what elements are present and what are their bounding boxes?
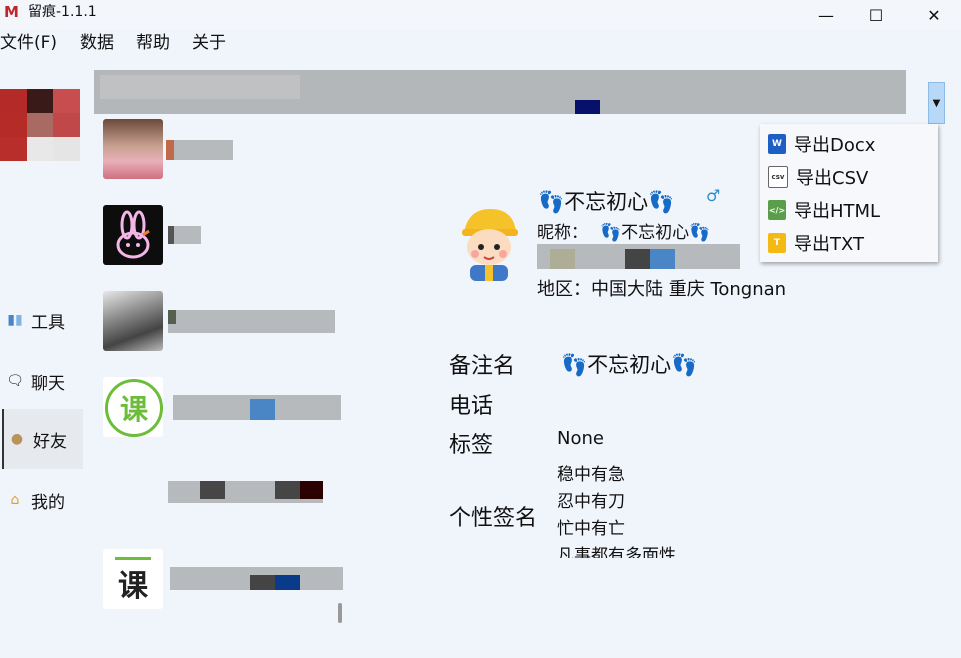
nav-friends[interactable]: ● 好友 — [2, 409, 83, 469]
person-icon: ● — [10, 431, 24, 447]
user-avatar[interactable] — [0, 89, 80, 161]
home-icon: ⌂ — [10, 492, 20, 508]
friend-avatar-course2[interactable]: 课 — [103, 549, 163, 609]
nav-mine[interactable]: ⌂ 我的 — [2, 470, 81, 530]
signature-line: 凡事都有多面性 — [557, 546, 676, 558]
rabbit-icon — [116, 210, 150, 259]
friend-name-redacted — [275, 575, 300, 590]
wxid-redacted — [550, 249, 575, 269]
export-html-item[interactable]: </> 导出HTML — [768, 195, 880, 225]
maximize-button[interactable]: ☐ — [853, 0, 899, 30]
window-title: 留痕-1.1.1 — [28, 4, 97, 20]
chevron-down-icon: ▼ — [932, 97, 941, 109]
chat-bubble-icon: 🗨 — [6, 373, 24, 389]
signature-line: 稳中有急 — [557, 465, 625, 485]
profile-region: 地区：中国大陆 重庆 Tongnan — [537, 279, 787, 300]
app-logo: M — [4, 3, 19, 21]
close-button[interactable]: ✕ — [911, 0, 957, 30]
tag-label: 标签 — [449, 433, 494, 458]
wxid-redacted — [650, 249, 675, 269]
nav-mine-label: 我的 — [31, 492, 65, 513]
export-menu: W 导出Docx csv 导出CSV </> 导出HTML T 导出TXT — [760, 124, 938, 262]
friend-name-redacted — [300, 481, 323, 499]
txt-icon: T — [768, 233, 786, 253]
signature-line: 忙中有亡 — [557, 519, 625, 539]
header-redacted — [100, 75, 300, 99]
friend-avatar-course[interactable]: 课 — [103, 377, 163, 437]
friend-avatar[interactable] — [103, 291, 163, 351]
friend-name-redacted — [166, 140, 174, 160]
wxid-redacted — [625, 249, 650, 269]
friend-name-redacted — [168, 310, 335, 333]
export-dropdown-button[interactable]: ▼ — [928, 82, 945, 124]
nav-tools[interactable]: ▮▮ 工具 — [2, 290, 81, 350]
remark-label: 备注名 — [449, 354, 516, 379]
export-docx-item[interactable]: W 导出Docx — [768, 129, 875, 159]
export-csv-label: 导出CSV — [796, 168, 869, 189]
friend-name-redacted — [168, 226, 174, 244]
nav-tools-label: 工具 — [31, 312, 65, 333]
html-icon: </> — [768, 200, 786, 220]
export-html-label: 导出HTML — [794, 201, 881, 222]
export-txt-item[interactable]: T 导出TXT — [768, 228, 864, 258]
nav-friends-label: 好友 — [33, 431, 67, 452]
menu-help[interactable]: 帮助 — [136, 30, 170, 56]
friend-avatar[interactable] — [103, 119, 163, 179]
course-icon: 课 — [105, 379, 163, 437]
friend-avatar-rabbit[interactable] — [103, 205, 163, 265]
friend-name-redacted — [168, 310, 176, 324]
header-redacted-block — [575, 100, 600, 114]
nickname-label: 昵称： — [537, 223, 588, 243]
signature-label: 个性签名 — [449, 506, 538, 531]
nav-chat[interactable]: 🗨 聊天 — [2, 351, 81, 411]
tag-value: None — [557, 428, 604, 449]
nav-chat-label: 聊天 — [31, 373, 65, 394]
remark-value: 👣不忘初心👣 — [561, 353, 698, 377]
profile-avatar — [458, 205, 520, 281]
export-csv-item[interactable]: csv 导出CSV — [768, 162, 868, 192]
friend-name-redacted — [250, 399, 275, 420]
signature-box: 稳中有急 忍中有刀 忙中有亡 凡事都有多面性 — [557, 462, 757, 558]
list-scrollbar[interactable] — [338, 603, 342, 623]
menu-data[interactable]: 数据 — [80, 30, 114, 56]
export-docx-label: 导出Docx — [794, 135, 876, 156]
menu-file[interactable]: 文件(F) — [0, 30, 57, 56]
csv-icon: csv — [768, 166, 788, 188]
export-txt-label: 导出TXT — [794, 234, 865, 255]
signature-line: 忍中有刀 — [557, 492, 625, 512]
course-bar-icon — [115, 557, 151, 560]
friend-name-redacted — [250, 575, 275, 590]
friend-name-redacted — [200, 481, 225, 499]
menu-about[interactable]: 关于 — [192, 30, 226, 56]
minimize-button[interactable]: — — [803, 0, 849, 30]
nickname-value: 👣不忘初心👣 — [600, 223, 711, 243]
gender-male-icon: ♂ — [706, 186, 721, 205]
phone-label: 电话 — [449, 394, 494, 419]
profile-display-name: 👣不忘初心👣 — [538, 190, 675, 214]
word-icon: W — [768, 134, 786, 154]
boy-avatar-icon — [462, 209, 518, 281]
course2-icon: 课 — [118, 569, 148, 604]
friend-name-redacted — [166, 140, 233, 160]
tools-icon: ▮▮ — [7, 312, 23, 328]
friend-name-redacted — [275, 481, 300, 499]
